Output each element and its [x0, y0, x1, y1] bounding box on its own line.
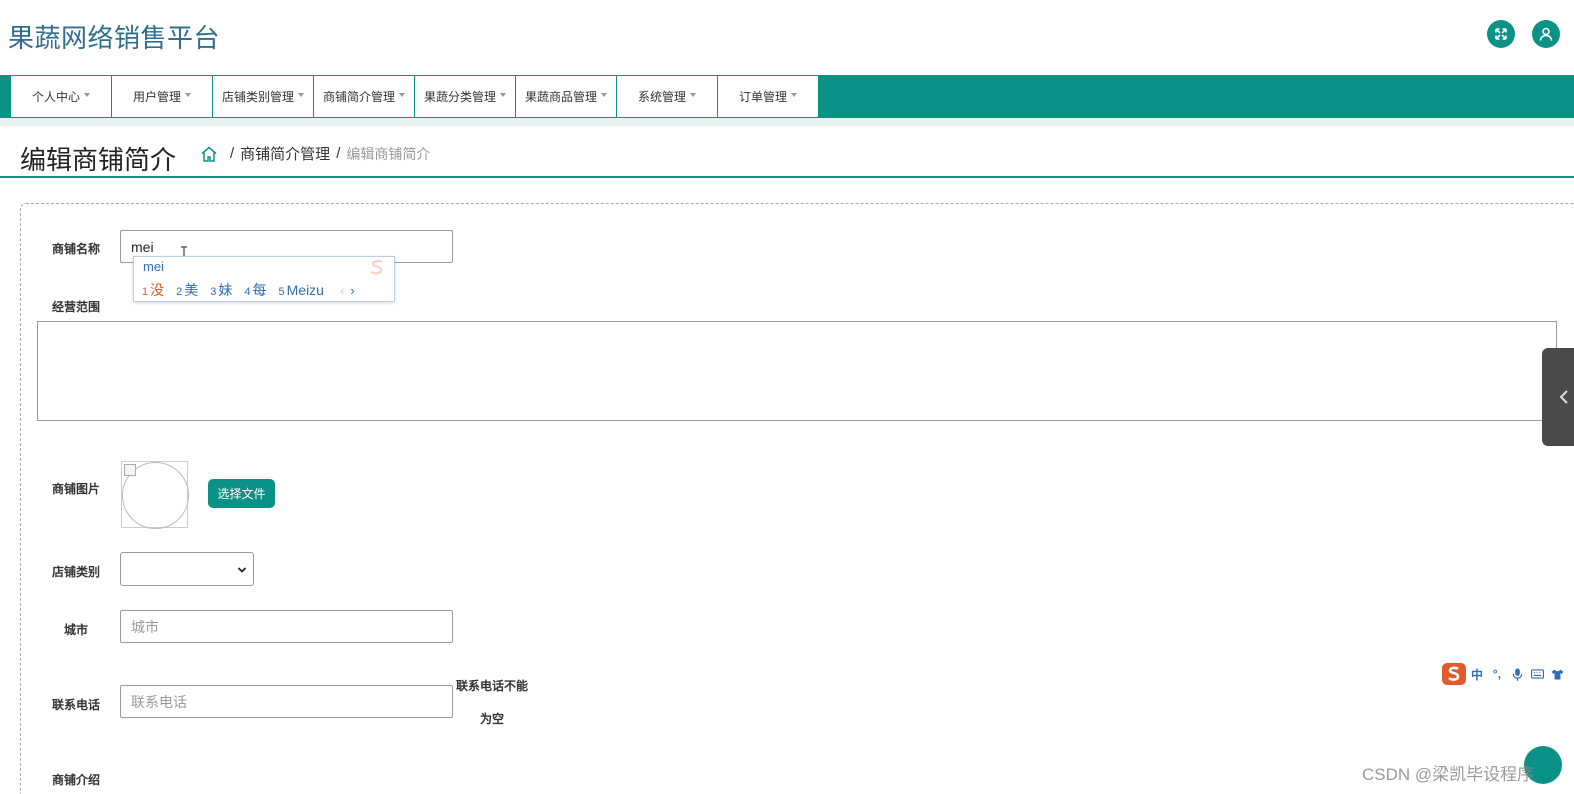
expand-arrows-icon [1495, 28, 1507, 40]
ime-next-page-button[interactable]: › [350, 283, 354, 298]
ime-candidate[interactable]: 2美 [176, 280, 198, 300]
nav-item-order-management[interactable]: 订单管理 [718, 76, 819, 117]
ime-toolbar: 中 °, [1441, 661, 1574, 687]
nav-item-label: 个人中心 [31, 90, 80, 104]
main-navbar: 个人中心 用户管理 店铺类别管理 商铺简介管理 果蔬分类管理 果蔬商品管理 系统… [0, 75, 1574, 118]
nav-item-label: 商铺简介管理 [322, 90, 395, 104]
shop-intro-label: 商铺介绍 [52, 773, 101, 787]
caret-down-icon [791, 92, 797, 97]
skin-icon[interactable] [1547, 664, 1567, 684]
broken-image-icon [124, 464, 136, 476]
caret-down-icon [399, 92, 405, 97]
fullscreen-button[interactable] [1487, 20, 1515, 48]
caret-down-icon [298, 92, 304, 97]
breadcrumb-shop-intro-management[interactable]: 商铺简介管理 [240, 143, 330, 164]
chevron-down-icon [237, 567, 247, 573]
nav-item-label: 果蔬商品管理 [524, 90, 597, 104]
ime-candidate[interactable]: 1没 [142, 280, 164, 300]
user-icon [1539, 27, 1553, 41]
breadcrumb-separator: / [336, 145, 341, 162]
side-drawer-toggle[interactable] [1542, 348, 1574, 446]
shop-image-label: 商铺图片 [52, 482, 101, 496]
nav-item-shop-intro-management[interactable]: 商铺简介管理 [314, 76, 415, 117]
nav-item-user-management[interactable]: 用户管理 [112, 76, 213, 117]
business-scope-label: 经营范围 [52, 300, 101, 314]
caret-down-icon [84, 92, 90, 97]
ime-candidate-list: 1没 2美 3妹 4每 5 Meizu ‹ › [142, 280, 355, 300]
nav-item-produce-category-management[interactable]: 果蔬分类管理 [415, 76, 516, 117]
sogou-logo-icon[interactable] [1441, 662, 1467, 686]
chevron-left-icon [1559, 390, 1568, 404]
city-label: 城市 [64, 623, 89, 637]
caret-down-icon [690, 92, 696, 97]
phone-hint-line: 联系电话不能 [456, 679, 529, 693]
microphone-icon[interactable] [1507, 664, 1527, 684]
nav-item-system-management[interactable]: 系统管理 [617, 76, 718, 117]
ime-composition-text: mei [143, 259, 164, 274]
shop-category-select[interactable] [120, 552, 254, 586]
shop-category-label: 店铺类别 [52, 565, 101, 579]
ime-candidate[interactable]: 4每 [244, 280, 266, 300]
business-scope-textarea[interactable] [37, 321, 1557, 421]
phone-hint-line: 为空 [479, 712, 504, 726]
nav-menu: 个人中心 用户管理 店铺类别管理 商铺简介管理 果蔬分类管理 果蔬商品管理 系统… [11, 76, 819, 117]
ime-candidate[interactable]: 5 Meizu [279, 282, 324, 298]
breadcrumb-separator: / [230, 145, 235, 162]
phone-input[interactable] [120, 685, 453, 718]
city-input[interactable] [120, 610, 453, 643]
home-icon[interactable] [200, 145, 218, 163]
nav-item-label: 果蔬分类管理 [423, 90, 496, 104]
breadcrumb: / 商铺简介管理 / 编辑商铺简介 [200, 143, 430, 164]
nav-item-label: 系统管理 [637, 90, 686, 104]
nav-item-personal-center[interactable]: 个人中心 [11, 76, 112, 117]
sogou-logo-icon [370, 259, 383, 275]
site-title: 果蔬网络销售平台 [8, 23, 221, 53]
choose-file-button[interactable]: 选择文件 [208, 479, 275, 508]
mode-icon[interactable]: 中 [1467, 664, 1487, 684]
shop-image-preview [121, 461, 189, 529]
nav-item-label: 用户管理 [132, 90, 181, 104]
nav-item-store-category-management[interactable]: 店铺类别管理 [213, 76, 314, 117]
caret-down-icon [185, 92, 191, 97]
page-title: 编辑商铺简介 [20, 145, 177, 175]
caret-down-icon [601, 92, 607, 97]
phone-label: 联系电话 [52, 698, 101, 712]
caret-down-icon [500, 92, 506, 97]
nav-item-label: 店铺类别管理 [221, 90, 294, 104]
phone-validation-message: 联系电话不能 为空 [456, 678, 528, 727]
nav-item-label: 订单管理 [738, 90, 787, 104]
punctuation-icon[interactable]: °, [1487, 664, 1507, 684]
ime-candidate-popup: mei 1没 2美 3妹 4每 5 Meizu ‹ › [133, 256, 395, 302]
ime-prev-page-button[interactable]: ‹ [340, 283, 344, 298]
nav-item-produce-product-management[interactable]: 果蔬商品管理 [516, 76, 617, 117]
keyboard-icon[interactable] [1527, 664, 1547, 684]
ime-candidate[interactable]: 3妹 [210, 280, 232, 300]
breadcrumb-current: 编辑商铺简介 [346, 145, 431, 162]
nav-divider-strip [0, 118, 1574, 126]
page-header-underline [0, 176, 1574, 178]
shop-name-label: 商铺名称 [52, 242, 101, 256]
watermark-text: CSDN @梁凯毕设程序 [1362, 765, 1535, 784]
user-button[interactable] [1532, 20, 1560, 48]
